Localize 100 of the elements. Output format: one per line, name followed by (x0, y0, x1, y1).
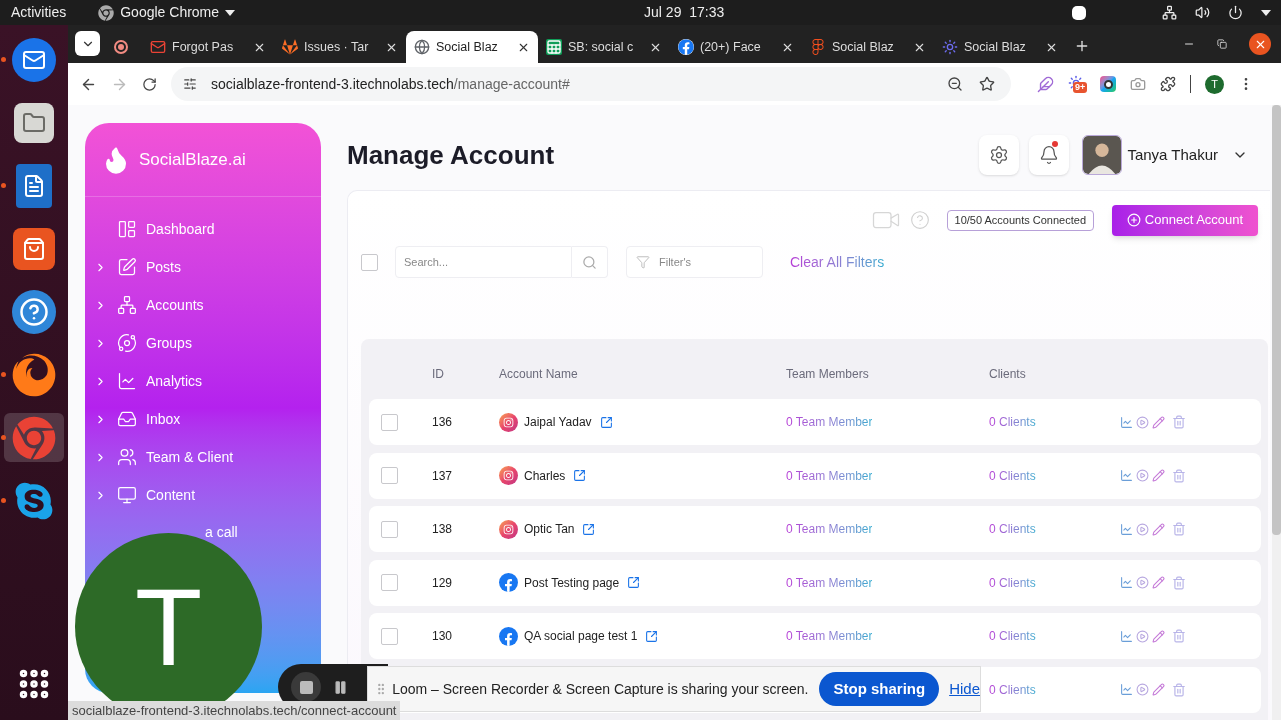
feather-icon[interactable] (1037, 75, 1054, 93)
chart-icon[interactable] (1120, 576, 1133, 589)
filter-field[interactable]: Filter's (626, 246, 763, 278)
color-ring-icon[interactable] (1100, 76, 1116, 92)
checkbox[interactable] (381, 520, 398, 538)
edit-icon[interactable] (1152, 629, 1165, 643)
site-settings-icon[interactable] (183, 77, 197, 91)
clients-link[interactable]: 0 Clients (989, 522, 1036, 536)
nav-item[interactable]: Inbox (85, 400, 321, 438)
external-link-icon[interactable] (645, 629, 659, 643)
shopping-bag-app-icon[interactable] (13, 227, 55, 270)
page-title: Manage Account (347, 138, 555, 172)
tab-search-button[interactable] (75, 31, 100, 56)
chart-icon[interactable] (1120, 415, 1133, 429)
zoom-out-icon[interactable] (947, 76, 963, 92)
external-link-icon[interactable] (582, 522, 596, 536)
browser-tab[interactable]: Social Blaz (406, 31, 538, 63)
table-row[interactable]: 138 Optic Tan 0 Team Member 0 Clients (369, 506, 1261, 552)
chart-icon[interactable] (1120, 522, 1133, 536)
mail-app-icon[interactable] (12, 37, 56, 82)
chart-icon[interactable] (1120, 683, 1133, 696)
edit-icon[interactable] (1152, 415, 1165, 429)
nav-item[interactable]: Analytics (85, 362, 321, 400)
power-icon[interactable] (1228, 5, 1243, 20)
connect-account-button[interactable]: Connect Account (1112, 204, 1258, 236)
settings-button[interactable] (979, 135, 1020, 175)
table-row[interactable]: 130 QA social page test 1 0 Team Member 0 Clients (369, 613, 1261, 659)
chrome-app-icon[interactable] (12, 415, 56, 460)
table-row[interactable]: 136 Jaipal Yadav 0 Team Member 0 Clients (369, 399, 1261, 445)
edit-icon[interactable] (1152, 469, 1165, 482)
nav-item[interactable]: Content (85, 476, 321, 514)
network-icon[interactable] (1162, 5, 1177, 20)
clients-link[interactable]: 0 Clients (989, 468, 1036, 483)
browser-tab[interactable]: SB: social c (538, 31, 670, 63)
table-row[interactable]: 129 Post Testing page 0 Team Member 0 Clients (369, 559, 1261, 606)
nav-item[interactable]: Accounts (85, 286, 321, 324)
clients-link[interactable]: 0 Clients (989, 629, 1036, 643)
external-link-icon[interactable] (627, 576, 641, 589)
nav-item[interactable]: Team & Client (85, 438, 321, 476)
sunburst-icon (942, 39, 958, 55)
pause-icon[interactable] (333, 679, 348, 695)
search-field[interactable]: Search... (395, 246, 572, 278)
checkbox[interactable] (361, 253, 378, 271)
clients-link[interactable]: 0 Clients (989, 415, 1036, 429)
volume-icon[interactable] (1195, 5, 1210, 20)
edit-icon[interactable] (1152, 522, 1165, 536)
checkbox[interactable] (381, 413, 398, 431)
hide-link[interactable]: Hide (949, 677, 980, 701)
account-name: Post Testing page (524, 574, 620, 592)
nav-item[interactable]: Dashboard (85, 210, 321, 248)
firefox-app-icon[interactable] (12, 352, 56, 397)
restore-icon[interactable] (1217, 39, 1227, 49)
browser-tab[interactable]: Issues · Tar (274, 31, 406, 63)
browser-tab[interactable]: Social Blaz (934, 31, 1066, 63)
clock[interactable]: Jul 29 17:33 (644, 2, 725, 23)
nav-item[interactable]: Posts (85, 248, 321, 286)
monitor-icon (117, 485, 137, 505)
external-link-icon[interactable] (599, 415, 613, 429)
edit-icon[interactable] (1152, 683, 1165, 696)
document-app-icon[interactable] (16, 163, 52, 208)
reload-icon[interactable] (142, 76, 157, 92)
extensions-icon[interactable] (1160, 76, 1176, 92)
activities-button[interactable]: Activities (11, 2, 67, 23)
close-button[interactable] (1249, 33, 1271, 55)
browser-tab[interactable]: Forgot Pas (142, 31, 274, 63)
id-cell: 129 (432, 575, 453, 590)
instagram-icon (499, 519, 518, 539)
browser-tab[interactable]: Social Blaz (802, 31, 934, 63)
folder-app-icon[interactable] (14, 102, 54, 143)
checkbox[interactable] (381, 467, 398, 484)
external-link-icon[interactable] (573, 469, 587, 482)
checkbox[interactable] (381, 627, 398, 645)
camera-icon[interactable] (1130, 76, 1146, 92)
chart-icon[interactable] (1120, 629, 1133, 643)
new-tab-button[interactable] (1074, 38, 1090, 54)
help-app-icon[interactable] (12, 289, 56, 334)
nav-item[interactable]: Groups (85, 324, 321, 362)
team-members-link[interactable]: 0 Team Member (786, 415, 873, 429)
table-row[interactable]: 137 Charles 0 Team Member 0 Clients (369, 452, 1261, 499)
chart-icon[interactable] (1120, 469, 1133, 482)
team-members-link[interactable]: 0 Team Member (786, 468, 873, 483)
notifications-button[interactable] (1029, 135, 1070, 175)
address-bar[interactable]: socialblaze-frontend-3.itechnolabs.tech/manage-account# (171, 67, 1011, 101)
profile-button[interactable]: T (1205, 74, 1224, 94)
account-name: QA social page test 1 (524, 628, 638, 645)
globe-icon (414, 39, 430, 55)
star-icon[interactable] (979, 76, 995, 92)
checkbox[interactable] (381, 574, 398, 591)
team-members-link[interactable]: 0 Team Member (786, 522, 873, 536)
edit-icon[interactable] (1152, 576, 1165, 589)
browser-tab[interactable]: (20+) Face (670, 31, 802, 63)
avatar[interactable] (1082, 135, 1123, 175)
app-menu[interactable]: Google Chrome (98, 2, 236, 23)
stop-recording-button[interactable] (291, 672, 321, 702)
team-members-link[interactable]: 0 Team Member (786, 575, 873, 590)
clients-link[interactable]: 0 Clients (989, 682, 1036, 697)
clients-link[interactable]: 0 Clients (989, 575, 1036, 590)
team-icon (117, 447, 137, 467)
team-members-link[interactable]: 0 Team Member (786, 629, 873, 643)
stop-sharing-button[interactable]: Stop sharing (819, 672, 940, 706)
